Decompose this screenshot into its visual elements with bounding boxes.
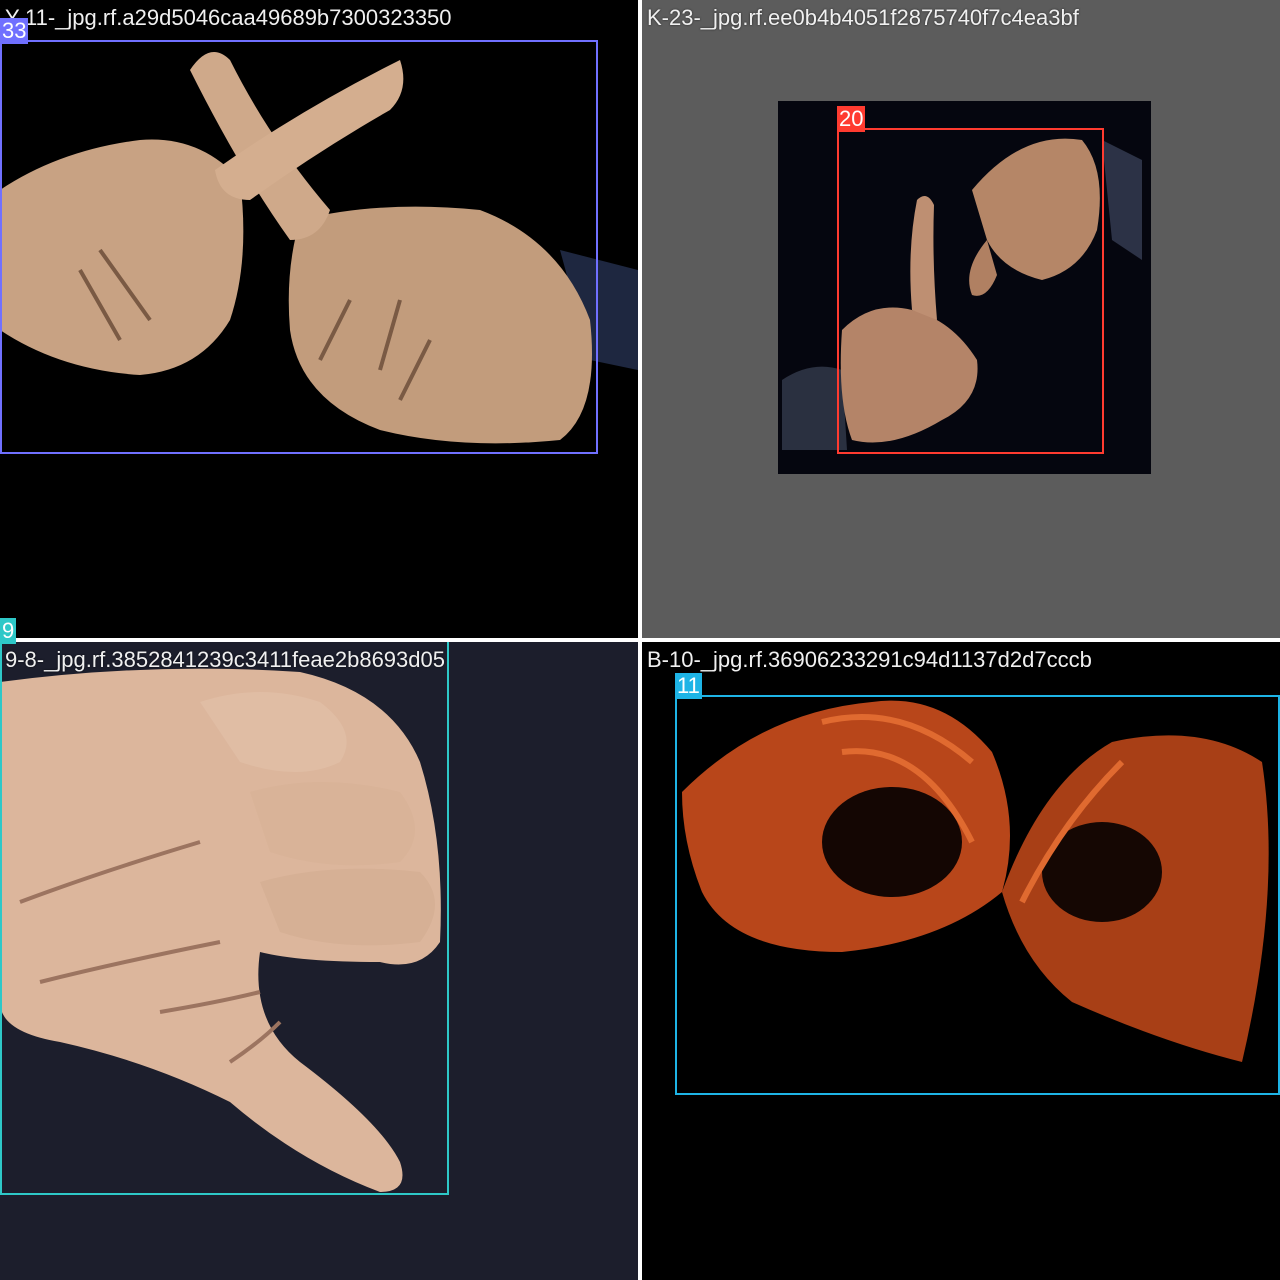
class-label-3: 9 — [0, 618, 17, 644]
image-filename-3: 9-8-_jpg.rf.3852841239c3411feae2b8693d05 — [5, 647, 445, 672]
image-filename-1: Y-11-_jpg.rf.a29d5046caa49689b7300323350 — [5, 5, 452, 30]
image-filename-4: B-10-_jpg.rf.36906233291c94d1137d2d7cccb — [647, 647, 1092, 672]
bounding-box-4[interactable] — [675, 695, 1280, 1095]
bounding-box-3[interactable] — [0, 642, 449, 1195]
class-label-4: 11 — [675, 673, 702, 699]
image-tile-4: 11 B-10-_jpg.rf.36906233291c94d1137d2d7c… — [642, 642, 1280, 1280]
bounding-box-2[interactable] — [837, 128, 1104, 454]
class-label-1: 33 — [0, 18, 29, 44]
class-label-2: 20 — [837, 106, 866, 132]
image-tile-2: 20 K-23-_jpg.rf.ee0b4b4051f2875740f7c4ea… — [642, 0, 1280, 638]
bounding-box-1[interactable] — [0, 40, 598, 454]
image-tile-3: 9-8-_jpg.rf.3852841239c3411feae2b8693d05 — [0, 642, 638, 1280]
image-tile-1: 33 Y-11-_jpg.rf.a29d5046caa49689b7300323… — [0, 0, 638, 638]
image-filename-2: K-23-_jpg.rf.ee0b4b4051f2875740f7c4ea3bf — [647, 5, 1079, 30]
